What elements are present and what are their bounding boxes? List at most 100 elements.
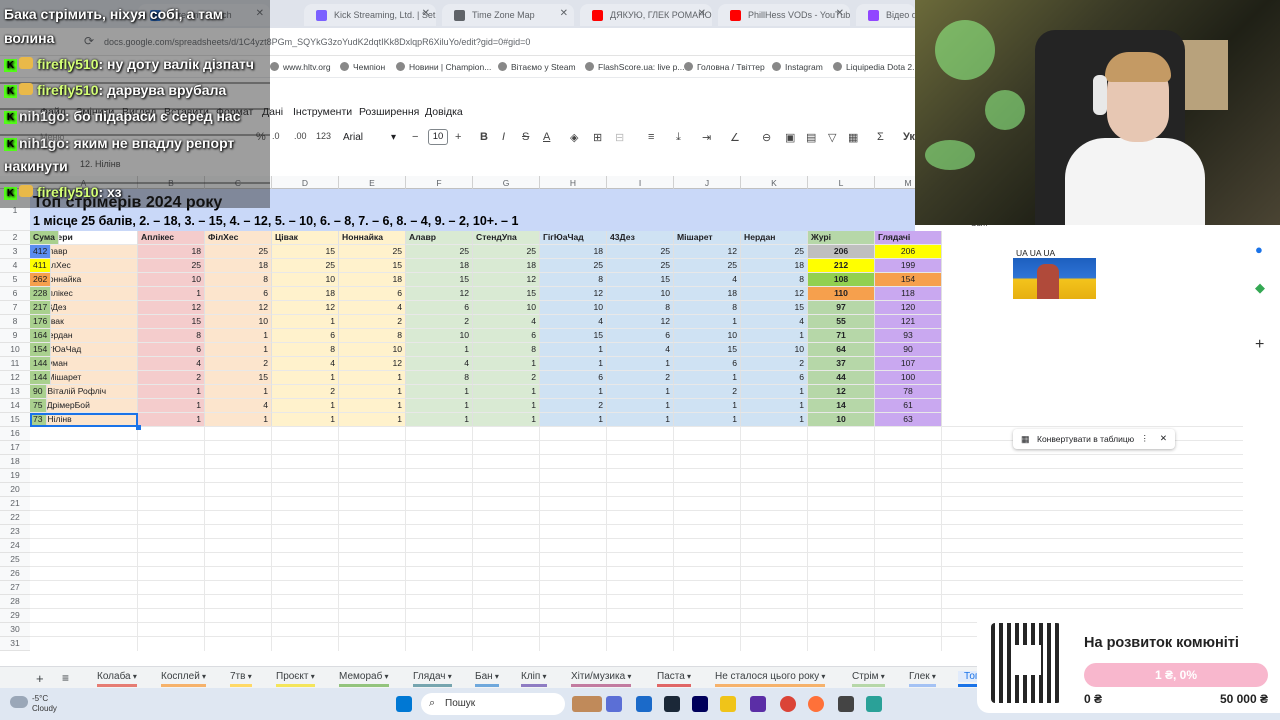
table-cell[interactable]: 12 xyxy=(540,287,607,301)
table-cell[interactable]: 43Дез xyxy=(607,231,674,245)
table-cell[interactable]: 1 xyxy=(540,343,607,357)
table-cell[interactable]: 8 xyxy=(205,273,272,287)
selected-cell[interactable] xyxy=(30,413,138,427)
table-cell[interactable]: 37 xyxy=(808,357,875,371)
table-cell[interactable]: 78 xyxy=(875,385,942,399)
column-header[interactable]: G xyxy=(473,176,540,189)
table-cell[interactable]: 4 xyxy=(339,301,406,315)
table-cell[interactable]: Ноннайка xyxy=(339,231,406,245)
row-header[interactable]: 22 xyxy=(0,511,30,525)
close-icon[interactable]: ✕ xyxy=(698,8,706,19)
app-icon[interactable] xyxy=(838,696,854,712)
table-cell[interactable]: 1 xyxy=(406,413,473,427)
table-cell[interactable]: 154 xyxy=(30,343,52,357)
table-cell[interactable]: Нердан xyxy=(741,231,808,245)
flag-image[interactable] xyxy=(1013,258,1096,299)
table-cell[interactable]: 25 xyxy=(339,245,406,259)
table-cell[interactable]: 15 xyxy=(339,259,406,273)
table-cell[interactable]: 6 xyxy=(473,329,540,343)
table-cell[interactable]: 1 xyxy=(607,357,674,371)
row-header[interactable]: 31 xyxy=(0,637,30,651)
table-cell[interactable]: 1 xyxy=(272,413,339,427)
table-cell[interactable]: 18 xyxy=(473,259,540,273)
sheet-tab[interactable]: Паста ▾ xyxy=(657,671,692,687)
table-cell[interactable]: 411 xyxy=(30,259,51,273)
table-cell[interactable]: 1 xyxy=(741,399,808,413)
table-cell[interactable]: 18 xyxy=(540,245,607,259)
table-cell[interactable]: 15 xyxy=(205,371,272,385)
table-cell[interactable]: 64 xyxy=(808,343,875,357)
calculator-icon[interactable] xyxy=(866,696,882,712)
table-cell[interactable]: 1 xyxy=(741,413,808,427)
table-cell[interactable]: 121 xyxy=(875,315,942,329)
rotate-text-icon[interactable]: ∠ xyxy=(730,131,740,144)
table-cell[interactable]: 164 xyxy=(30,329,52,343)
row-header[interactable]: 2 xyxy=(0,231,30,245)
table-cell[interactable]: 15 xyxy=(741,301,808,315)
filter-views-icon[interactable]: ▦ xyxy=(848,131,858,144)
column-header[interactable]: I xyxy=(607,176,674,189)
table-cell[interactable]: 15 xyxy=(473,287,540,301)
table-cell[interactable]: 2 xyxy=(272,385,339,399)
table-cell[interactable]: 4 xyxy=(674,273,741,287)
table-cell[interactable]: 2 xyxy=(406,315,473,329)
table-cell[interactable]: 1 xyxy=(473,399,540,413)
weather-widget[interactable]: -5°C Cloudy xyxy=(32,694,57,714)
table-cell[interactable]: 6 xyxy=(272,329,339,343)
row-header[interactable]: 12 xyxy=(0,371,30,385)
table-cell[interactable]: 1 xyxy=(272,315,339,329)
windows-start-icon[interactable] xyxy=(396,696,412,712)
row-header[interactable]: 28 xyxy=(0,595,30,609)
browser-tab[interactable]: Time Zone Map ✕ xyxy=(442,4,574,26)
table-cell[interactable]: 2 xyxy=(741,357,808,371)
bookmark-item[interactable]: Instagram xyxy=(772,62,823,72)
table-cell[interactable]: 12 xyxy=(808,385,875,399)
fill-handle[interactable] xyxy=(136,425,141,430)
table-cell[interactable]: 10 xyxy=(674,329,741,343)
table-cell[interactable]: 1 xyxy=(741,329,808,343)
table-cell[interactable]: 1 xyxy=(205,413,272,427)
all-sheets-icon[interactable]: ≡ xyxy=(62,671,69,685)
table-cell[interactable]: 1 xyxy=(607,413,674,427)
table-cell[interactable]: 228 xyxy=(30,287,52,301)
sheet-tab[interactable]: 7тв ▾ xyxy=(230,671,252,687)
align-left-icon[interactable]: ≡ xyxy=(648,131,654,143)
column-header[interactable]: D xyxy=(272,176,339,189)
table-cell[interactable]: 12 xyxy=(138,301,205,315)
row-header[interactable]: 10 xyxy=(0,343,30,357)
font-size-minus-button[interactable]: − xyxy=(412,131,418,143)
table-cell[interactable]: 10 xyxy=(339,343,406,357)
convert-to-table-chip[interactable]: ▦ Конвертувати в таблицю ⋮ ✕ xyxy=(1013,429,1175,449)
table-cell[interactable]: 1 xyxy=(339,413,406,427)
table-cell[interactable]: 108 xyxy=(808,273,875,287)
table-cell[interactable]: 1 xyxy=(138,399,205,413)
bookmark-item[interactable]: www.hltv.org xyxy=(270,62,331,72)
row-header[interactable]: 27 xyxy=(0,581,30,595)
table-cell[interactable]: 25 xyxy=(540,259,607,273)
table-cell[interactable]: ФілХес xyxy=(205,231,272,245)
row-header[interactable]: 11 xyxy=(0,357,30,371)
table-cell[interactable]: 10 xyxy=(540,301,607,315)
table-cell[interactable]: 1 xyxy=(674,371,741,385)
row-header[interactable]: 26 xyxy=(0,567,30,581)
column-header[interactable]: H xyxy=(540,176,607,189)
close-icon[interactable]: ✕ xyxy=(1160,433,1167,444)
table-cell[interactable]: 1 xyxy=(674,399,741,413)
table-cell[interactable]: 18 xyxy=(741,259,808,273)
table-cell[interactable]: 8 xyxy=(339,329,406,343)
close-icon[interactable]: ✕ xyxy=(560,8,568,19)
table-cell[interactable]: 1 xyxy=(205,385,272,399)
row-header[interactable]: 24 xyxy=(0,539,30,553)
table-cell[interactable]: 1 xyxy=(741,385,808,399)
table-cell[interactable]: 4 xyxy=(741,315,808,329)
table-cell[interactable]: 25 xyxy=(205,245,272,259)
table-cell[interactable]: 18 xyxy=(272,287,339,301)
functions-button[interactable]: Σ xyxy=(877,131,884,143)
table-cell[interactable]: 90 xyxy=(875,343,942,357)
bookmark-item[interactable]: Чемпіон xyxy=(340,62,385,72)
table-cell[interactable]: 154 xyxy=(875,273,942,287)
contacts-icon[interactable]: ● xyxy=(1255,242,1263,257)
table-cell[interactable]: 61 xyxy=(875,399,942,413)
widgets-icon[interactable] xyxy=(572,696,602,712)
row-header[interactable]: 25 xyxy=(0,553,30,567)
